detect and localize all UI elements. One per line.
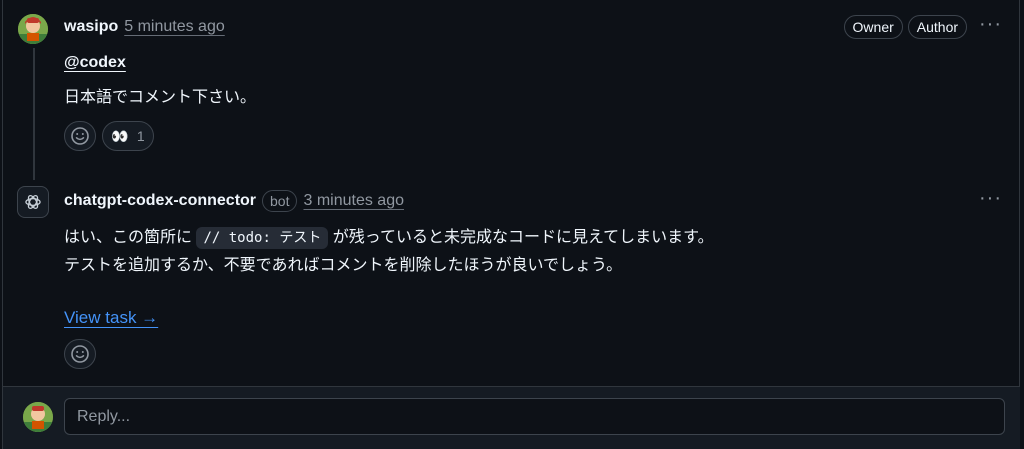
bot-badge: bot — [262, 190, 298, 212]
add-reaction-button[interactable] — [64, 339, 96, 369]
comment-line-2: テストを追加するか、不要であればコメントを削除したほうが良いでしょう。 — [64, 257, 623, 274]
thread-connector-line — [33, 48, 35, 180]
comment-timestamp[interactable]: 3 minutes ago — [303, 192, 404, 210]
avatar-image-icon — [23, 402, 53, 432]
text-segment: はい、この箇所に — [64, 229, 193, 246]
view-task-link[interactable]: View task → — [64, 308, 158, 327]
smiley-icon — [71, 127, 89, 145]
comment-author[interactable]: wasipo — [64, 18, 118, 36]
comment-timestamp[interactable]: 5 minutes ago — [124, 18, 225, 36]
comment-body: はい、この箇所に // todo: テスト が残っていると未完成なコードに見えて… — [64, 224, 1002, 280]
avatar-image-icon — [18, 14, 48, 44]
comment-wasipo: wasipo 5 minutes ago Owner Author ··· @c… — [64, 14, 1002, 151]
current-user-avatar — [23, 402, 53, 432]
comment-header: wasipo 5 minutes ago Owner Author ··· — [64, 14, 1002, 40]
user-avatar[interactable] — [18, 14, 48, 44]
comment-header: chatgpt-codex-connector bot 3 minutes ag… — [64, 188, 1002, 214]
comment-menu-kebab-icon[interactable]: ··· — [979, 14, 1002, 35]
reaction-count: 1 — [136, 128, 145, 144]
owner-badge: Owner — [843, 15, 903, 39]
openai-logo-icon — [25, 195, 41, 209]
bot-avatar[interactable] — [17, 186, 49, 218]
user-mention[interactable]: @codex — [64, 54, 126, 71]
comment-menu-kebab-icon[interactable]: ··· — [979, 188, 1002, 209]
reply-input[interactable] — [64, 398, 1005, 435]
comment-line-1: はい、この箇所に // todo: テスト が残っていると未完成なコードに見えて… — [64, 224, 1002, 252]
comment-author[interactable]: chatgpt-codex-connector — [64, 192, 256, 210]
comment-codex-bot: chatgpt-codex-connector bot 3 minutes ag… — [64, 188, 1002, 369]
eyes-emoji-icon: 👀 — [111, 127, 129, 144]
add-reaction-button[interactable] — [64, 121, 96, 151]
text-segment: が残っていると未完成なコードに見えてしまいます。 — [332, 229, 714, 246]
eyes-reaction-button[interactable]: 👀 1 — [102, 121, 154, 151]
smiley-icon — [71, 345, 89, 363]
inline-code: // todo: テスト — [196, 227, 329, 249]
author-badge: Author — [907, 15, 968, 39]
comment-body: 日本語でコメント下さい。 — [64, 89, 257, 106]
